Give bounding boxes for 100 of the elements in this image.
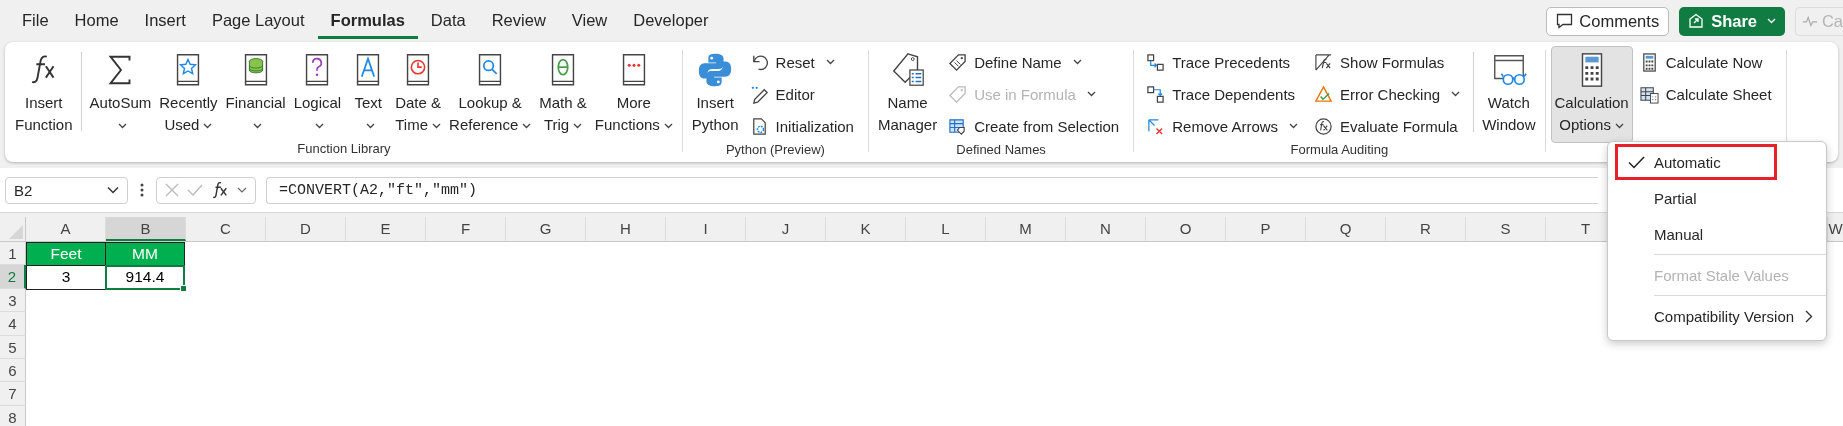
trace-boxes-icon [1146,52,1166,72]
caret-icon [365,123,375,130]
column-header[interactable]: F [426,217,506,241]
group-label: Formula Auditing [1289,141,1390,159]
name-box[interactable]: B2 [5,176,128,204]
share-button[interactable]: Share [1679,6,1785,36]
table-cell: 3 [26,265,106,290]
ribbon-button[interactable]: Evaluate Formula [1311,112,1464,140]
column-header[interactable]: G [506,217,586,241]
table-cell: 914.4 [105,265,185,290]
ribbon-tab[interactable]: Home [61,3,132,39]
ribbon-button[interactable]: Financial [221,46,290,139]
column-header[interactable]: S [1466,217,1546,241]
row-header[interactable]: 5 [0,335,26,359]
ribbon-button[interactable]: Define Name [945,48,1123,76]
column-header[interactable]: L [906,217,986,241]
menu-item[interactable]: Automatic [1615,144,1777,180]
ribbon-button[interactable]: Reset [746,48,857,76]
row-header[interactable]: 8 [0,405,26,426]
ribbon-tab[interactable]: Formulas [317,3,418,39]
ribbon-button[interactable]: Remove Arrows [1143,112,1302,140]
row-header[interactable]: 3 [0,288,26,313]
fx-icon[interactable] [211,181,229,199]
ribbon-tab[interactable]: Review [478,3,559,39]
caret-icon [1072,59,1082,65]
caret-icon [314,123,324,130]
column-header[interactable]: R [1386,217,1466,241]
sheet-calculator-icon [1639,84,1659,104]
row-header[interactable]: 2 [0,265,26,289]
comments-button[interactable]: Comments [1546,6,1670,36]
arrows-cross-icon [1146,116,1166,136]
ribbon-button[interactable]: Logical [289,46,346,139]
ribbon-tab[interactable]: File [9,3,62,39]
ribbon-button[interactable]: Math & Trig [535,46,591,139]
pencil-icon [749,84,769,104]
column-header[interactable]: D [266,217,346,241]
share-icon [1688,13,1706,29]
ribbon-button[interactable]: Lookup & Reference [445,46,536,139]
column-header[interactable]: Q [1306,217,1386,241]
ribbon-tab[interactable]: Page Layout [198,3,318,39]
table-tag-icon [948,116,968,136]
group-label: Function Library [296,140,392,158]
caret-icon [522,123,532,130]
row-header[interactable]: 4 [0,312,26,336]
ribbon-button[interactable]: More Functions [590,46,677,139]
ribbon-tab[interactable]: Developer [620,3,722,39]
ribbon-button[interactable]: Trace Precedents [1143,48,1302,76]
formula-field[interactable]: =CONVERT(A2,"ft","mm") [266,176,1598,204]
caret-icon [253,123,263,130]
ribbon-button[interactable]: Trace Dependents [1143,80,1302,108]
group-label: Defined Names [955,141,1047,159]
ribbon-tab[interactable]: View [558,3,621,39]
ribbon-button[interactable]: Recently Used [155,46,222,139]
ribbon-button[interactable]: Text [345,46,392,139]
ribbon-button[interactable]: Editor [746,80,857,108]
ribbon-button[interactable]: Initialization [746,112,857,140]
ribbon-button[interactable]: Calculate Sheet [1636,80,1775,108]
row-header[interactable]: 7 [0,382,26,406]
chevron-down-icon[interactable] [237,186,247,194]
circle-fx-icon [1314,116,1334,136]
ribbon-tab[interactable]: Insert [131,3,199,39]
ribbon-button[interactable]: Watch Window [1478,46,1540,139]
tag-icon [948,84,968,104]
column-header[interactable]: N [1066,217,1146,241]
ribbon-button[interactable]: Calculate Now [1636,48,1775,76]
caret-icon [1289,123,1299,129]
caret-icon [1451,91,1461,97]
column-header[interactable]: B [106,217,186,241]
caret-icon [573,123,583,130]
ribbon-tab[interactable]: Data [417,3,479,39]
caret-icon [432,123,441,130]
table-cell: Feet [26,242,106,267]
column-header[interactable]: I [666,217,746,241]
ribbon-button[interactable]: AutoSum [85,46,156,139]
column-header[interactable]: K [826,217,906,241]
column-header[interactable]: E [346,217,426,241]
ribbon-button[interactable]: Create from Selection [945,112,1123,140]
fill-handle[interactable] [180,284,187,292]
column-header[interactable]: H [586,217,666,241]
ribbon-button[interactable]: Date & Time [391,46,446,139]
caret-icon [825,59,835,65]
column-header[interactable]: O [1146,217,1226,241]
menu-item[interactable]: Compatibility Version [1615,298,1824,334]
ribbon-button[interactable]: Name Manager [873,46,942,139]
ribbon-button[interactable]: Calculation Options [1550,46,1633,143]
checkmark-icon[interactable] [187,184,203,196]
column-header[interactable]: M [986,217,1066,241]
row-header[interactable]: 1 [0,242,26,266]
column-header[interactable]: J [746,217,826,241]
ribbon-button[interactable]: Show Formulas [1311,48,1464,76]
ribbon-button[interactable]: Insert Python [687,46,743,139]
ribbon-button[interactable]: Insert Function [11,46,77,139]
column-header[interactable]: P [1226,217,1306,241]
caret-icon [663,123,673,130]
column-header[interactable]: C [186,217,266,241]
menu-item[interactable]: Partial [1615,180,1824,216]
more-icon[interactable] [140,183,144,197]
warning-check-icon [1314,84,1334,104]
ribbon-button[interactable]: Error Checking [1311,80,1464,108]
row-header[interactable]: 6 [0,358,26,383]
